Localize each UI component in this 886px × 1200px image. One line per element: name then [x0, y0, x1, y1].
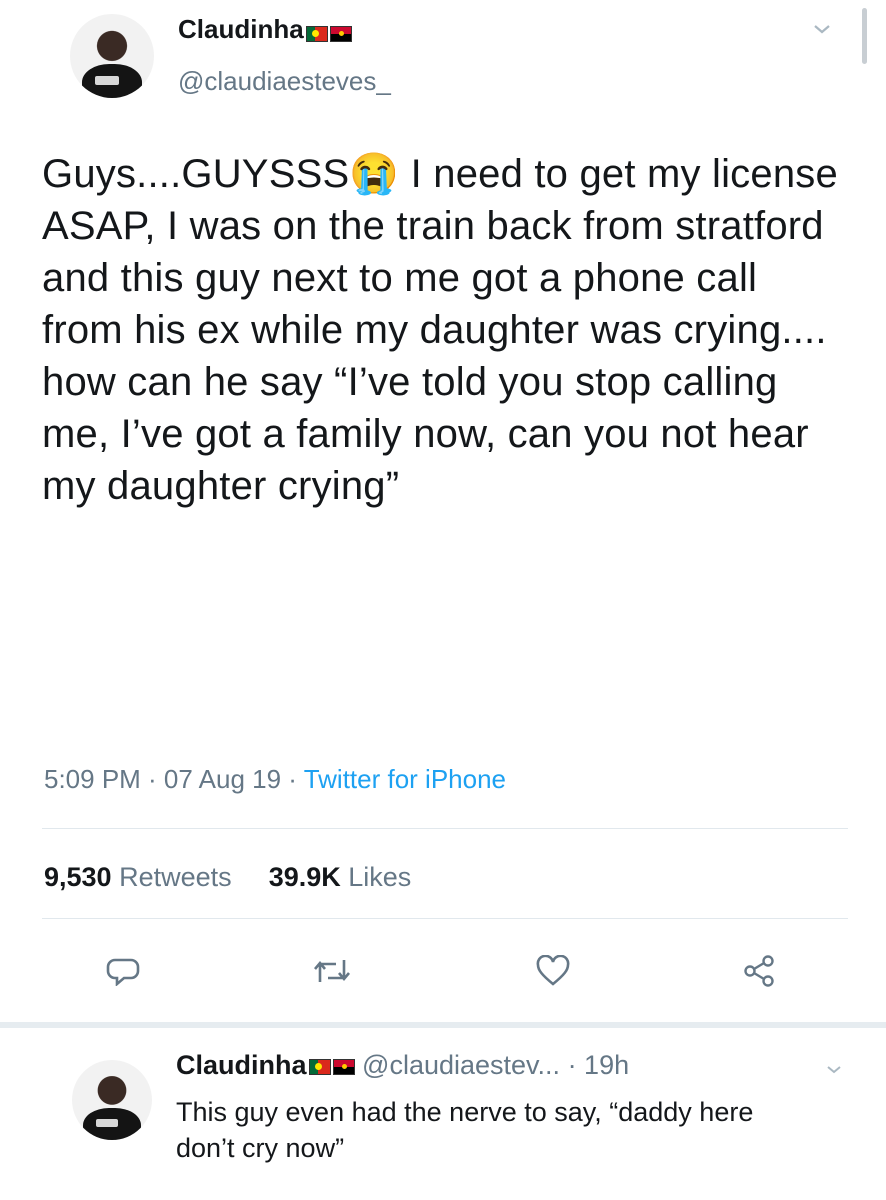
tweet-metadata: 5:09 PM · 07 Aug 19 · Twitter for iPhone [44, 764, 506, 795]
angola-flag-icon [329, 25, 352, 42]
author-name-row[interactable]: Claudinha [178, 14, 352, 45]
like-icon[interactable] [536, 955, 570, 987]
avatar[interactable] [70, 14, 154, 98]
share-icon[interactable] [742, 954, 776, 988]
scrollbar[interactable] [862, 8, 867, 64]
reply-avatar[interactable] [72, 1060, 152, 1140]
user-handle[interactable]: @claudiaesteves_ [178, 66, 391, 97]
reply-display-name[interactable]: Claudinha [176, 1050, 307, 1080]
tweet-stats: 9,530 Retweets 39.9K Likes [44, 862, 411, 893]
tweet-text: Guys....GUYSSS😭 I need to get my license… [42, 152, 838, 508]
angola-flag-icon [332, 1058, 355, 1075]
divider [42, 918, 848, 919]
portugal-flag-icon [308, 1058, 331, 1075]
like-count: 39.9K [268, 862, 341, 892]
portugal-flag-icon [305, 25, 328, 42]
reply-icon[interactable] [106, 956, 140, 986]
retweet-count: 9,530 [44, 862, 112, 892]
reply-text: This guy even had the nerve to say, “dad… [176, 1097, 754, 1163]
chevron-down-icon[interactable] [812, 22, 832, 36]
retweets-stat[interactable]: 9,530 Retweets [44, 862, 232, 892]
section-divider [0, 1022, 886, 1028]
likes-label: Likes [348, 862, 412, 892]
display-name[interactable]: Claudinha [178, 14, 304, 44]
likes-stat[interactable]: 39.9K Likes [269, 862, 412, 892]
reply-handle[interactable]: @claudiaestev... [362, 1050, 560, 1080]
timestamp: 5:09 PM · 07 Aug 19 · [44, 764, 304, 794]
tweet-source-link[interactable]: Twitter for iPhone [304, 764, 506, 794]
reply-chevron-down-icon[interactable] [826, 1064, 842, 1076]
retweet-icon[interactable] [312, 956, 352, 986]
divider [42, 828, 848, 829]
retweets-label: Retweets [119, 862, 232, 892]
reply-header: Claudinha @claudiaestev... · 19h [176, 1050, 629, 1081]
reply-time[interactable]: · 19h [568, 1050, 630, 1080]
